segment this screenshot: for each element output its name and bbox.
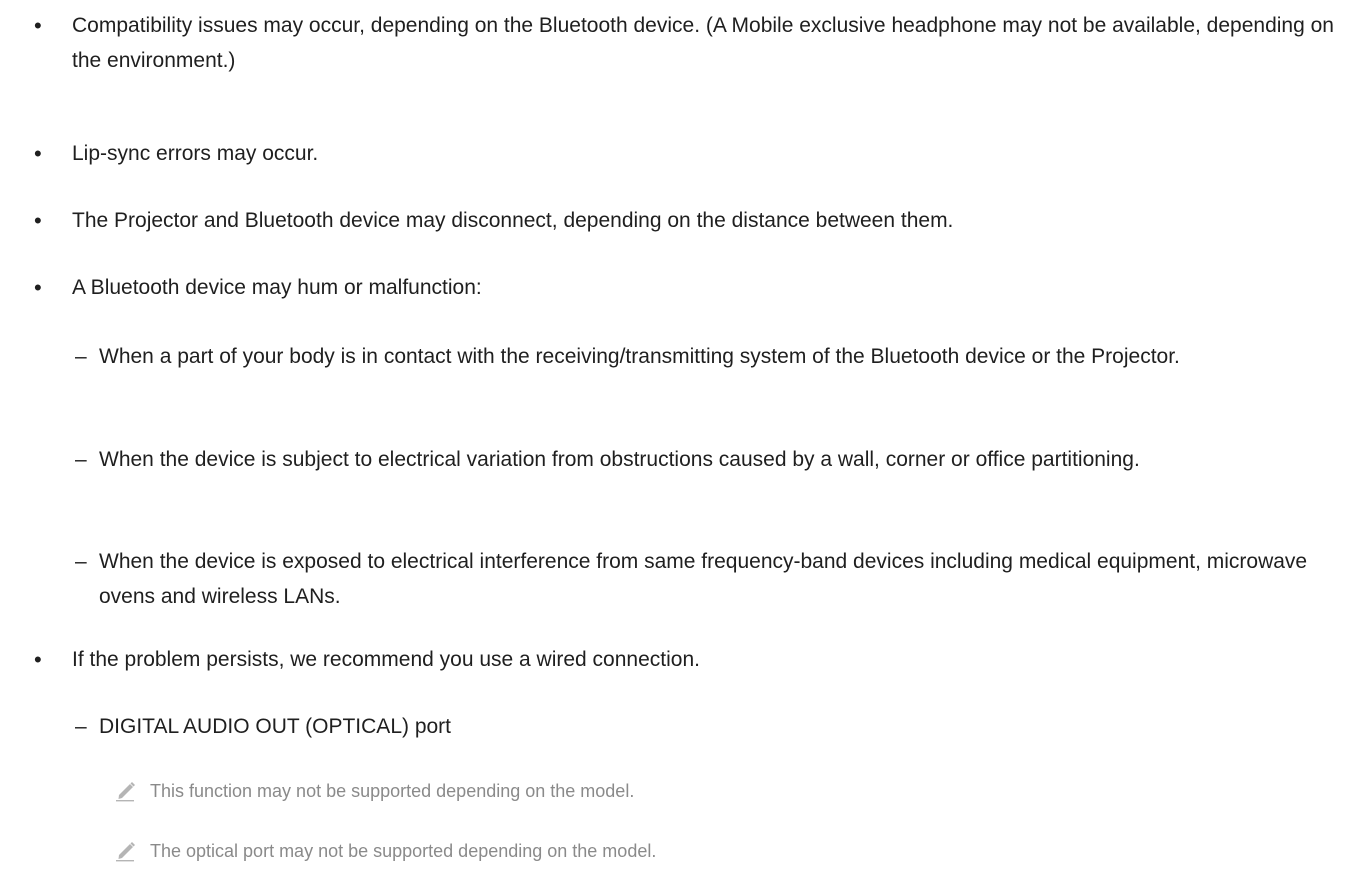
- bullet-marker: •: [34, 13, 42, 38]
- pencil-icon: [116, 782, 135, 802]
- sub-bullet-text: When the device is exposed to electrical…: [99, 550, 1308, 608]
- bullet-marker: •: [34, 647, 42, 672]
- dash-marker: –: [75, 550, 87, 573]
- bullet-text: Lip-sync errors may occur.: [72, 142, 319, 165]
- bullet-text: Compatibility issues may occur, dependin…: [72, 14, 1334, 72]
- sub-bullet-text: When the device is subject to electrical…: [99, 448, 1140, 471]
- note-text: The optical port may not be supported de…: [150, 841, 657, 861]
- bullet-marker: •: [34, 275, 42, 300]
- sub-bullet-text: DIGITAL AUDIO OUT (OPTICAL) port: [99, 715, 452, 738]
- bullet-text: A Bluetooth device may hum or malfunctio…: [72, 276, 482, 299]
- bullet-text: If the problem persists, we recommend yo…: [72, 648, 700, 671]
- sub-bullet-text: When a part of your body is in contact w…: [99, 345, 1180, 368]
- dash-marker: –: [75, 715, 87, 738]
- dash-marker: –: [75, 345, 87, 368]
- bullet-text: The Projector and Bluetooth device may d…: [72, 209, 954, 232]
- note-text: This function may not be supported depen…: [150, 781, 635, 801]
- bullet-marker: •: [34, 141, 42, 166]
- pencil-icon: [116, 842, 135, 862]
- bullet-marker: •: [34, 208, 42, 233]
- dash-marker: –: [75, 448, 87, 471]
